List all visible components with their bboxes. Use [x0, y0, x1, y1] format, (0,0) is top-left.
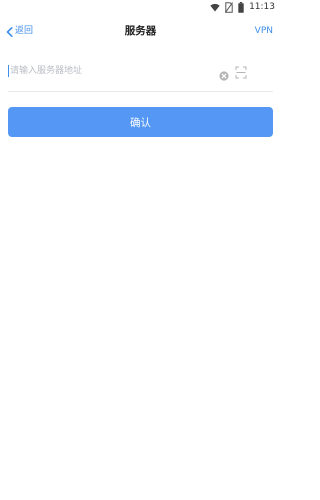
scan-icon[interactable] — [235, 64, 247, 79]
battery-icon — [238, 1, 244, 13]
vpn-button[interactable]: VPN — [255, 22, 273, 40]
confirm-button[interactable]: 确认 — [8, 107, 273, 137]
status-icons: 11:13 — [210, 1, 275, 13]
nav-bar: 返回 服务器 VPN — [0, 18, 281, 44]
server-address-input[interactable] — [10, 60, 210, 82]
no-sim-icon — [225, 1, 234, 13]
input-divider — [8, 91, 273, 92]
text-cursor — [8, 65, 9, 77]
server-settings-screen: 11:13 返回 服务器 VPN 请输入服务器地址 确认 — [0, 0, 281, 500]
status-time: 11:13 — [249, 2, 275, 12]
wifi-icon — [210, 3, 220, 12]
clear-icon[interactable] — [219, 66, 229, 81]
server-input-row — [8, 60, 273, 84]
status-bar: 11:13 — [0, 0, 281, 14]
page-title: 服务器 — [124, 25, 157, 37]
